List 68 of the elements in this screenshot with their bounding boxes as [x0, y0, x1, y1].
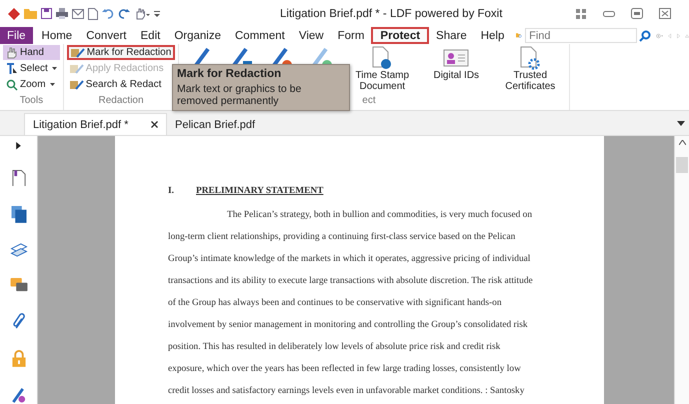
tool-button[interactable]: Zoom [3, 77, 60, 92]
file-menu[interactable]: File [0, 27, 33, 44]
tooltip-title: Mark for Redaction [177, 68, 282, 80]
redo-icon[interactable] [118, 8, 130, 19]
ribbon-tab[interactable]: Protect [371, 27, 430, 44]
body-text-line: credit losses and satisfactory earnings levels even in unfavorable market conditions. : Santosky [168, 385, 526, 398]
pages-icon[interactable] [10, 206, 26, 224]
section-number: I. [168, 186, 174, 196]
ribbon-tab[interactable]: Form [330, 27, 372, 44]
close-tab-icon[interactable] [151, 121, 158, 128]
print-icon[interactable] [56, 8, 68, 19]
body-text-line: long-term client relationships, providing a continuing first-class service based on the Pelican [168, 231, 516, 244]
body-text-line: exposure, which over the years has been reflected in few large trading losses, consistently low [168, 363, 522, 376]
bookmark-page-icon[interactable] [12, 170, 26, 186]
hand-icon [6, 46, 18, 58]
tool-button[interactable]: Select [3, 61, 60, 76]
redaction-marker-icon [70, 78, 84, 90]
comments-icon[interactable] [10, 278, 28, 294]
email-icon[interactable] [72, 8, 84, 18]
body-text-line: of the Group has always been and continues to be conservative with significant hands-on [168, 297, 503, 310]
scrollbar-thumb[interactable] [676, 157, 688, 173]
ribbon-tab[interactable]: Help [474, 27, 512, 44]
dropdown-caret-icon[interactable] [677, 121, 685, 126]
ribbon-large-button[interactable]: Time Stamp Document [352, 46, 412, 92]
body-text-line: position. This has resulted in deliberately low levels of absolute price risk and credit risk [168, 341, 502, 354]
body-text-line: involvement by senior management in monitoring and controlling the Group’s consolidated risk [168, 319, 529, 332]
text-cursor-icon [6, 62, 18, 74]
ribbon-tab[interactable]: View [292, 27, 331, 44]
group-label: Redaction [98, 95, 145, 108]
grid-icon[interactable] [575, 8, 587, 20]
new-page-icon[interactable] [88, 8, 98, 20]
body-text-line: The Pelican’s strategy, both in bullion and commodities, is very much focused on [226, 209, 534, 222]
section-heading: PRELIMINARY STATEMENT [196, 186, 324, 196]
ribbon-tab[interactable]: Home [34, 27, 80, 44]
zoom-icon [6, 78, 18, 90]
ribbon-tab[interactable]: Edit [134, 27, 168, 44]
search-icon[interactable] [639, 30, 652, 42]
hand-dropdown-icon[interactable] [134, 8, 150, 20]
body-text-line: Group’s intimate knowledge of the markets in which it operates, aggressive pricing of individual [168, 253, 532, 266]
document-tab[interactable]: Pelican Brief.pdf [167, 114, 283, 135]
group-label: Tools [18, 95, 44, 108]
tooltip-text: Mark text or graphics to be removed permanently [177, 83, 302, 107]
ribbon-tab[interactable]: Share [429, 27, 474, 44]
layers-icon[interactable] [10, 243, 28, 258]
redaction-button[interactable]: Search & Redact [66, 77, 176, 92]
redaction-button[interactable]: Mark for Redaction [66, 45, 176, 60]
ribbon-tab[interactable]: Convert [79, 27, 134, 44]
paperclip-icon[interactable] [12, 313, 26, 330]
save-icon[interactable] [41, 8, 52, 19]
ribbon-large-button[interactable]: Trusted Certificates [500, 46, 560, 92]
document-tab[interactable]: Litigation Brief.pdf * [24, 113, 167, 135]
tool-button[interactable]: Hand [3, 45, 60, 60]
restore-icon[interactable] [631, 8, 643, 19]
close-icon[interactable] [659, 8, 671, 19]
ribbon-tab[interactable]: Comment [228, 27, 292, 44]
window-title: Litigation Brief.pdf * - LDF powered by Foxit [279, 8, 504, 20]
customize-menu-icon[interactable] [154, 10, 160, 18]
find-field[interactable]: Find [525, 28, 638, 43]
redaction-marker-icon [70, 46, 85, 58]
ribbon-large-button[interactable]: Digital IDs [426, 46, 486, 81]
ribbon-tab[interactable]: Organize [167, 27, 228, 44]
app-logo-icon [8, 8, 20, 20]
redaction-marker-icon [70, 62, 84, 74]
undo-icon[interactable] [102, 8, 114, 19]
group-label: ect [362, 95, 376, 108]
expand-arrow-icon[interactable] [16, 142, 21, 150]
body-text-line: transactions and its ability to execute large transactions with absolute discretion. The risk attitude [168, 275, 534, 288]
minimize-icon[interactable] [603, 10, 615, 18]
